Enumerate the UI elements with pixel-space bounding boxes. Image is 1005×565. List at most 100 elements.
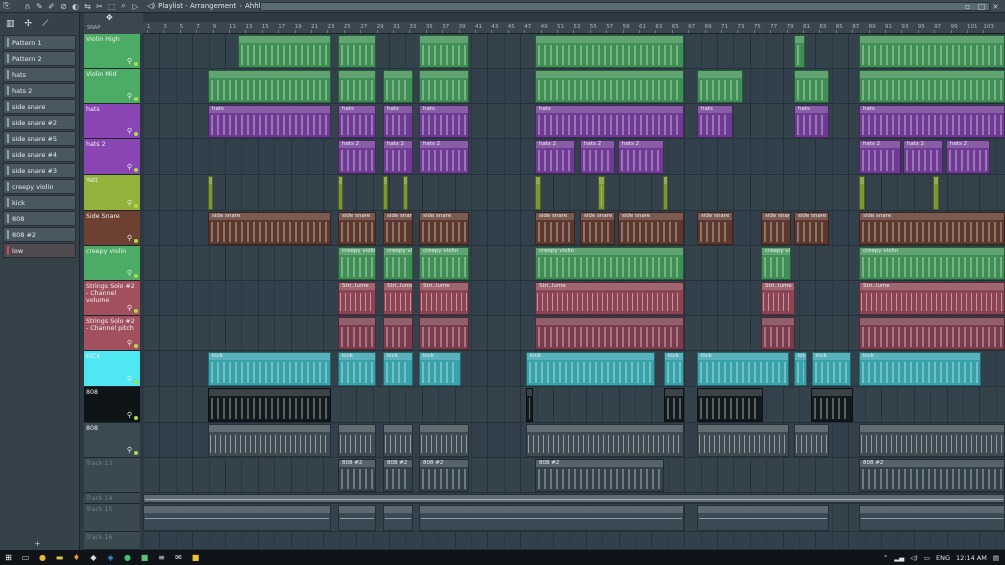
pattern-clip[interactable]: hats (859, 105, 1005, 138)
pattern-clip[interactable]: creepy violin (859, 247, 1005, 280)
brush-icon[interactable]: ✐ (46, 1, 57, 12)
pattern-clip[interactable]: hats 2 (859, 140, 901, 174)
pattern-clip[interactable]: 808 #2 (383, 459, 413, 492)
vscode-icon[interactable]: ◈ (102, 550, 119, 565)
pattern-item[interactable]: Pattern 1 (3, 35, 76, 50)
pattern-clip[interactable] (338, 424, 376, 457)
pattern-clip[interactable]: 808 #2 (419, 459, 469, 492)
pattern-item[interactable]: kick (3, 195, 76, 210)
pattern-item[interactable]: 808 (3, 211, 76, 226)
pattern-item[interactable]: hats 2 (3, 83, 76, 98)
link-icon[interactable]: ⚲ (127, 164, 132, 171)
pattern-clip[interactable]: creepy violin (338, 247, 376, 280)
track-header[interactable]: Track 13 (84, 458, 140, 493)
pattern-item[interactable]: side snare #2 (3, 115, 76, 130)
notifications-icon[interactable]: ▤ (993, 554, 999, 562)
folder-icon[interactable]: ▬ (51, 550, 68, 565)
pattern-clip[interactable] (933, 176, 939, 210)
pattern-clip[interactable] (535, 176, 541, 210)
pattern-clip[interactable]: kick (526, 352, 655, 386)
pattern-item[interactable]: hats (3, 67, 76, 82)
pattern-clip[interactable] (697, 388, 763, 422)
pattern-clip[interactable]: side snare (794, 212, 829, 245)
track-mute-led[interactable] (134, 274, 138, 278)
link-icon[interactable]: ⚲ (127, 412, 132, 419)
track-header[interactable]: hats ⚲ (84, 104, 140, 139)
track-mute-led[interactable] (134, 451, 138, 455)
pattern-clip[interactable] (383, 424, 413, 457)
pattern-clip[interactable] (238, 35, 331, 68)
pattern-clip[interactable]: hats 2 (618, 140, 664, 174)
pattern-clip[interactable]: hats (419, 105, 469, 138)
battery-icon[interactable]: ▭ (924, 554, 930, 562)
plus-icon[interactable]: ✢ (25, 19, 33, 29)
pattern-clip[interactable]: kick (383, 352, 413, 386)
pattern-clip[interactable] (143, 494, 1005, 503)
track-mute-led[interactable] (134, 239, 138, 243)
notes-icon[interactable]: ■ (187, 550, 204, 565)
curve-icon[interactable]: ⟋ (42, 19, 48, 29)
pattern-clip[interactable]: 808 #2 (338, 459, 376, 492)
pattern-clip[interactable] (419, 317, 469, 350)
select-icon[interactable]: ⬚ (106, 1, 117, 12)
pattern-clip[interactable]: side snare (535, 212, 575, 245)
pattern-clip[interactable]: hats (535, 105, 684, 138)
track-header[interactable]: 808 ⚲ (84, 387, 140, 423)
pattern-clip[interactable]: side snare (859, 212, 1005, 245)
pattern-clip[interactable] (697, 70, 743, 103)
pattern-clip[interactable]: side snare (697, 212, 733, 245)
whatsapp-icon[interactable]: ● (119, 550, 136, 565)
pattern-clip[interactable] (383, 505, 413, 531)
pattern-clip[interactable]: kick (338, 352, 376, 386)
link-icon[interactable]: ⚲ (127, 305, 132, 312)
link-icon[interactable]: ⚲ (127, 376, 132, 383)
pattern-clip[interactable] (403, 176, 408, 210)
pattern-clip[interactable]: creepy violin (383, 247, 413, 280)
task-view-icon[interactable]: ▭ (17, 550, 34, 565)
track-mute-led[interactable] (134, 204, 138, 208)
track-lane[interactable] (143, 175, 1005, 211)
playlist-grid[interactable]: hats hats hats hats hats hats hats hats hats 2 ha… (143, 34, 1005, 550)
link-icon[interactable]: ⚲ (127, 93, 132, 100)
pattern-clip[interactable] (208, 388, 331, 422)
mute-icon[interactable]: ◐ (70, 1, 81, 12)
windows-start-icon[interactable]: ⊞ (0, 550, 17, 565)
track-header[interactable]: hats 2 ⚲ (84, 139, 140, 175)
volume-icon[interactable]: ◁) (910, 554, 918, 562)
overview-scroll-thumb[interactable] (261, 3, 989, 10)
pattern-clip[interactable]: hats 2 (535, 140, 575, 174)
pattern-clip[interactable] (859, 35, 1005, 68)
timeline-ruler[interactable]: 1 3 5 7 9 11 13 15 17 19 21 23 25 27 29 31 33 35 37 39 41 43 4… (143, 22, 1005, 34)
pattern-clip[interactable] (859, 176, 865, 210)
pattern-clip[interactable]: hats 2 (903, 140, 943, 174)
pattern-item[interactable]: side snare #5 (3, 131, 76, 146)
pattern-clip[interactable]: creepy violin (535, 247, 684, 280)
pattern-clip[interactable] (208, 424, 331, 457)
pattern-clip[interactable]: 808 #2 (859, 459, 1005, 492)
pattern-item[interactable]: Pattern 2 (3, 51, 76, 66)
pattern-clip[interactable]: 808 #2 (535, 459, 664, 492)
track-lane[interactable] (143, 532, 1005, 550)
pattern-clip[interactable]: Stri..lume (383, 282, 413, 315)
pattern-clip[interactable] (598, 176, 605, 210)
pattern-clip[interactable]: kick (697, 352, 789, 386)
pattern-clip[interactable]: hats 2 (383, 140, 413, 174)
link-icon[interactable]: ⚲ (127, 128, 132, 135)
pattern-clip[interactable]: kick (419, 352, 461, 386)
pattern-clip[interactable] (663, 176, 668, 210)
pattern-clip[interactable]: hats (338, 105, 376, 138)
link-icon[interactable]: ⚲ (127, 270, 132, 277)
pattern-clip[interactable]: side snare (618, 212, 684, 245)
pattern-clip[interactable]: side snare (338, 212, 376, 245)
pattern-item[interactable]: side snare (3, 99, 76, 114)
pattern-clip[interactable] (338, 176, 343, 210)
move-icon[interactable]: ✥ (106, 13, 113, 22)
app-icon[interactable]: ■ (136, 550, 153, 565)
pattern-item[interactable]: creepy violin (3, 179, 76, 194)
link-icon[interactable]: ⚲ (127, 340, 132, 347)
pattern-clip[interactable]: side snare (419, 212, 469, 245)
link-icon[interactable]: ⚲ (127, 58, 132, 65)
pattern-clip[interactable] (383, 176, 388, 210)
track-mute-led[interactable] (134, 132, 138, 136)
pattern-clip[interactable]: kick (794, 352, 807, 386)
